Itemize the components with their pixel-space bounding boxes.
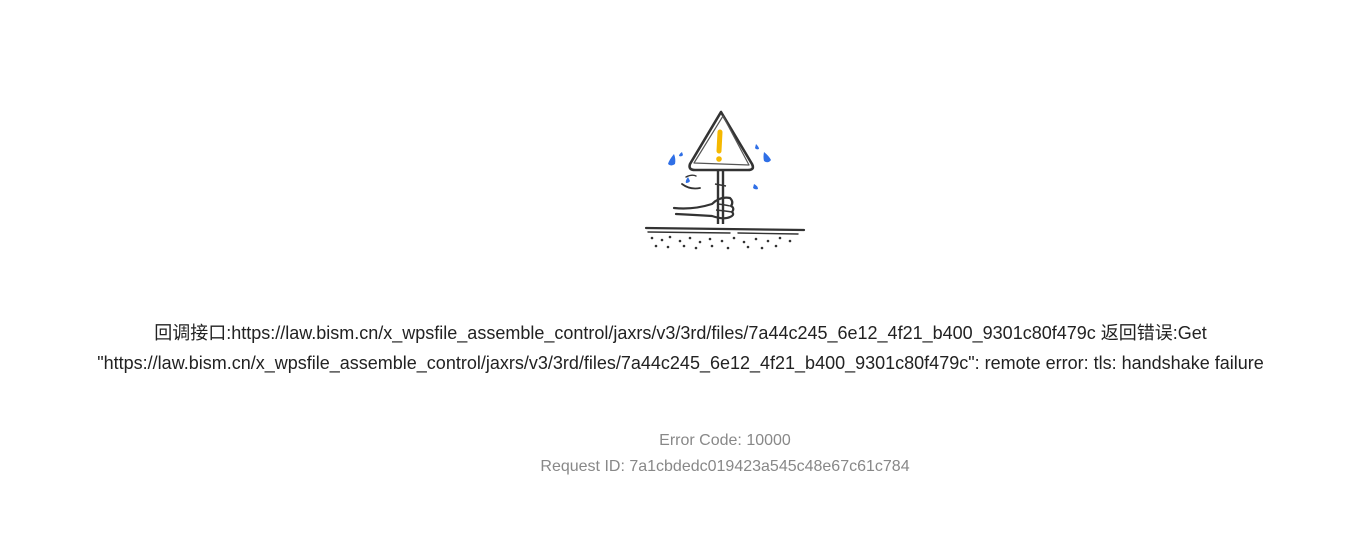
error-page: 回调接口:https://law.bism.cn/x_wpsfile_assem… [0,0,1361,551]
warning-sign-in-ground-icon [638,104,810,254]
error-meta: Error Code: 10000 Request ID: 7a1cbdedc0… [0,428,1361,480]
error-message-line-1: 回调接口:https://law.bism.cn/x_wpsfile_assem… [154,323,1207,343]
error-message-line-2: "https://law.bism.cn/x_wpsfile_assemble_… [97,353,1264,373]
error-code: Error Code: 10000 [659,432,791,449]
error-message: 回调接口:https://law.bism.cn/x_wpsfile_assem… [0,318,1361,378]
request-id: Request ID: 7a1cbdedc019423a545c48e67c61… [540,458,910,475]
